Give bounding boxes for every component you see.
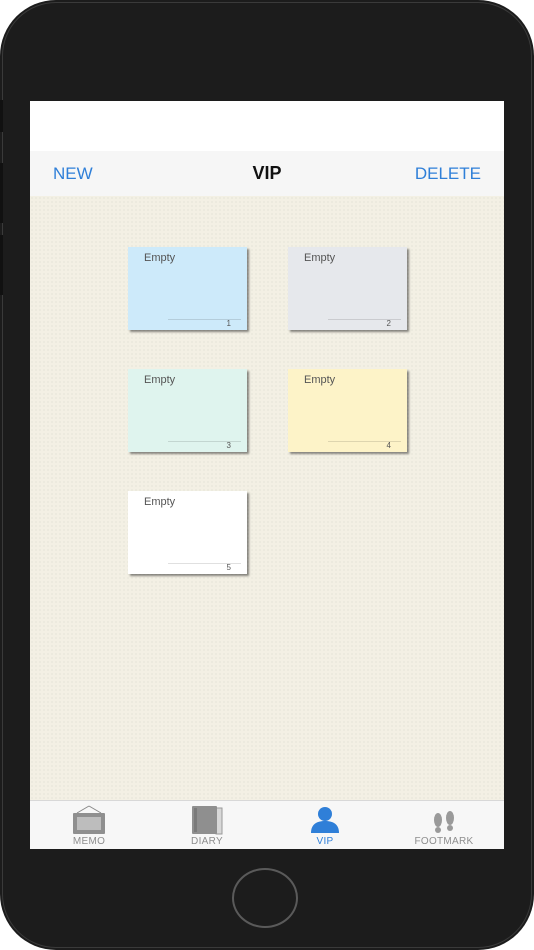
person-icon bbox=[266, 805, 384, 835]
notes-grid: Empty 1 Empty 2 Empty 3 Empty 4 Empty 5 bbox=[30, 196, 504, 800]
note-number: 2 bbox=[386, 319, 391, 328]
note-card-2[interactable]: Empty 2 bbox=[288, 247, 407, 330]
note-card-5[interactable]: Empty 5 bbox=[128, 491, 247, 574]
note-card-3[interactable]: Empty 3 bbox=[128, 369, 247, 452]
note-card-1[interactable]: Empty 1 bbox=[128, 247, 247, 330]
delete-button[interactable]: DELETE bbox=[415, 151, 481, 196]
note-number: 4 bbox=[386, 441, 391, 450]
tab-bar: MEMO DIARY VIP FOOTMARK bbox=[30, 800, 504, 849]
note-number: 5 bbox=[226, 563, 231, 572]
navigation-bar: NEW VIP DELETE bbox=[30, 151, 504, 196]
tab-diary-label: DIARY bbox=[191, 836, 223, 847]
note-title: Empty bbox=[144, 496, 176, 508]
tab-vip[interactable]: VIP bbox=[266, 801, 384, 849]
tab-memo[interactable]: MEMO bbox=[30, 801, 148, 849]
status-bar bbox=[30, 101, 504, 151]
tab-memo-label: MEMO bbox=[72, 836, 106, 847]
volume-up-button bbox=[0, 163, 3, 223]
tab-diary[interactable]: DIARY bbox=[148, 801, 266, 849]
note-number: 1 bbox=[226, 319, 231, 328]
screen: NEW VIP DELETE Empty 1 Empty 2 Empty 3 E… bbox=[30, 101, 504, 849]
tab-vip-label: VIP bbox=[316, 836, 334, 847]
tab-footmark[interactable]: FOOTMARK bbox=[384, 801, 504, 849]
note-title: Empty bbox=[304, 252, 336, 264]
note-title: Empty bbox=[144, 252, 176, 264]
phone-frame: NEW VIP DELETE Empty 1 Empty 2 Empty 3 E… bbox=[0, 0, 534, 950]
note-title: Empty bbox=[304, 374, 336, 386]
note-number: 3 bbox=[226, 441, 231, 450]
home-button[interactable] bbox=[232, 868, 298, 928]
mute-switch bbox=[0, 100, 3, 132]
tab-footmark-label: FOOTMARK bbox=[414, 836, 474, 847]
volume-down-button bbox=[0, 235, 3, 295]
footprints-icon bbox=[384, 805, 504, 835]
note-title: Empty bbox=[144, 374, 176, 386]
memo-frame-icon bbox=[30, 805, 148, 835]
diary-book-icon bbox=[148, 805, 266, 835]
note-card-4[interactable]: Empty 4 bbox=[288, 369, 407, 452]
